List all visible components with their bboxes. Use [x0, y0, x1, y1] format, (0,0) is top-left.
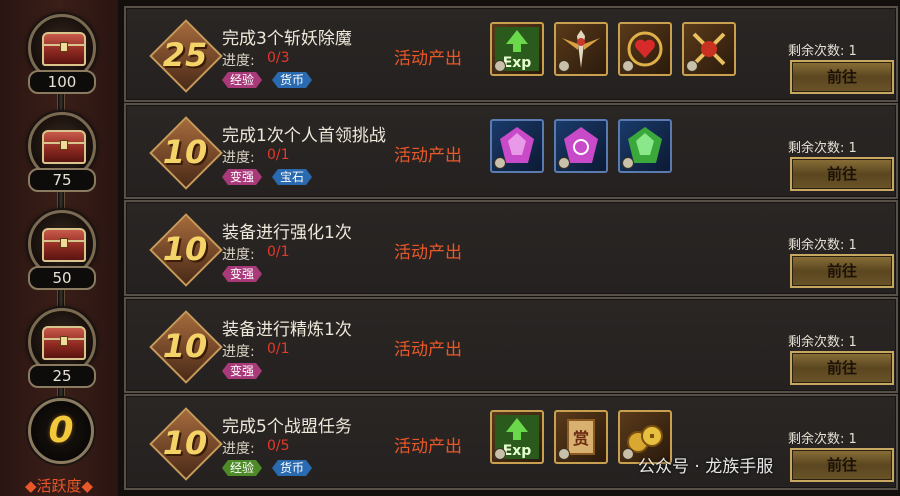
lock-icon: [622, 448, 634, 460]
lock-icon: [558, 157, 570, 169]
points-value: 10: [162, 133, 208, 171]
chest-node-50[interactable]: 50: [22, 210, 98, 300]
reward-token-icon[interactable]: 赏: [554, 410, 608, 464]
points-badge: 10: [149, 310, 223, 384]
tag-strengthen: 变强: [222, 363, 262, 379]
task-title: 装备进行强化1次: [222, 223, 352, 243]
chest-threshold-label: 25: [28, 364, 96, 388]
remaining-count: 剩余次数: 1: [788, 238, 857, 253]
task-title: 完成5个战盟任务: [222, 417, 352, 437]
progress-label: 进度:: [222, 150, 255, 166]
sword-medal-icon[interactable]: [554, 22, 608, 76]
progress-label: 进度:: [222, 344, 255, 360]
exp-icon[interactable]: Exp: [490, 22, 544, 76]
lock-icon: [494, 448, 506, 460]
activity-track: 100 75 50 25 0 ◆活跃度◆: [0, 0, 118, 496]
treasure-chest-icon: [42, 228, 86, 262]
go-button[interactable]: 前往: [790, 60, 894, 94]
source-label: 活动产出: [394, 243, 462, 263]
progress-value: 0/1: [267, 147, 290, 163]
go-button[interactable]: 前往: [790, 351, 894, 385]
tag-gem: 宝石: [272, 169, 312, 185]
tag-strengthen: 变强: [222, 169, 262, 185]
chest-threshold-label: 75: [28, 168, 96, 192]
exp-icon[interactable]: Exp: [490, 410, 544, 464]
points-value: 10: [162, 230, 208, 268]
source-label: 活动产出: [394, 146, 462, 166]
task-title: 装备进行精炼1次: [222, 320, 352, 340]
heart-emblem-icon[interactable]: [618, 22, 672, 76]
task-row: 10 装备进行强化1次 进度: 0/1 变强 活动产出 剩余次数: 1 前往: [124, 200, 898, 296]
remaining-count: 剩余次数: 1: [788, 335, 857, 350]
progress-value: 0/3: [267, 50, 290, 66]
task-row: 10 完成1次个人首领挑战 进度: 0/1 变强 宝石 活动产出 剩余次数: 1…: [124, 103, 898, 199]
chest-threshold-label: 50: [28, 266, 96, 290]
exp-text: Exp: [503, 443, 532, 459]
lock-icon: [622, 60, 634, 72]
remaining-count: 剩余次数: 1: [788, 44, 857, 59]
remaining-count: 剩余次数: 1: [788, 141, 857, 156]
watermark: 公众号 · 龙族手服: [638, 457, 774, 477]
lock-icon: [558, 448, 570, 460]
lock-icon: [686, 60, 698, 72]
task-title: 完成1次个人首领挑战: [222, 126, 386, 146]
go-button[interactable]: 前往: [790, 448, 894, 482]
treasure-chest-icon: [42, 326, 86, 360]
tag-exp: 经验: [222, 72, 262, 88]
points-value: 10: [162, 327, 208, 365]
treasure-chest-icon: [42, 32, 86, 66]
tag-strengthen: 变强: [222, 266, 262, 282]
progress-label: 进度:: [222, 441, 255, 457]
activity-score: 0: [28, 398, 94, 464]
go-button[interactable]: 前往: [790, 254, 894, 288]
go-button[interactable]: 前往: [790, 157, 894, 191]
lock-icon: [622, 157, 634, 169]
activity-score-node: 0: [22, 398, 98, 470]
chest-node-25[interactable]: 25: [22, 308, 98, 398]
progress-label: 进度:: [222, 53, 255, 69]
remaining-count: 剩余次数: 1: [788, 432, 857, 447]
tag-currency: 货币: [272, 460, 312, 476]
points-badge: 10: [149, 116, 223, 190]
task-title: 完成3个斩妖除魔: [222, 29, 352, 49]
task-list: 25 完成3个斩妖除魔 进度: 0/3 经验 货币 活动产出 Exp 剩余次数:…: [118, 0, 900, 496]
progress-value: 0/1: [267, 244, 290, 260]
source-label: 活动产出: [394, 437, 462, 457]
task-row: 10 完成5个战盟任务 进度: 0/5 经验 货币 活动产出 Exp 赏 剩余次…: [124, 394, 898, 490]
chest-node-75[interactable]: 75: [22, 112, 98, 202]
green-gem-icon[interactable]: [618, 119, 672, 173]
lock-icon: [494, 60, 506, 72]
tag-exp: 经验: [222, 460, 262, 476]
token-text: 赏: [573, 429, 589, 448]
source-label: 活动产出: [394, 340, 462, 360]
crossed-swords-icon[interactable]: [682, 22, 736, 76]
lock-icon: [494, 157, 506, 169]
progress-value: 0/5: [267, 438, 290, 454]
exp-text: Exp: [503, 55, 532, 71]
points-value: 10: [162, 424, 208, 462]
tag-currency: 货币: [272, 72, 312, 88]
lock-icon: [558, 60, 570, 72]
treasure-chest-icon: [42, 130, 86, 164]
source-label: 活动产出: [394, 49, 462, 69]
task-row: 25 完成3个斩妖除魔 进度: 0/3 经验 货币 活动产出 Exp 剩余次数:…: [124, 6, 898, 102]
activity-caption: ◆活跃度◆: [24, 477, 94, 495]
pink-gem-icon[interactable]: [490, 119, 544, 173]
points-badge: 10: [149, 213, 223, 287]
points-value: 25: [162, 36, 208, 74]
pink-gem-icon[interactable]: [554, 119, 608, 173]
task-row: 10 装备进行精炼1次 进度: 0/1 变强 活动产出 剩余次数: 1 前往: [124, 297, 898, 393]
chest-threshold-label: 100: [28, 70, 96, 94]
points-badge: 25: [149, 19, 223, 93]
chest-node-100[interactable]: 100: [22, 14, 98, 104]
points-badge: 10: [149, 407, 223, 481]
progress-label: 进度:: [222, 247, 255, 263]
progress-value: 0/1: [267, 341, 290, 357]
